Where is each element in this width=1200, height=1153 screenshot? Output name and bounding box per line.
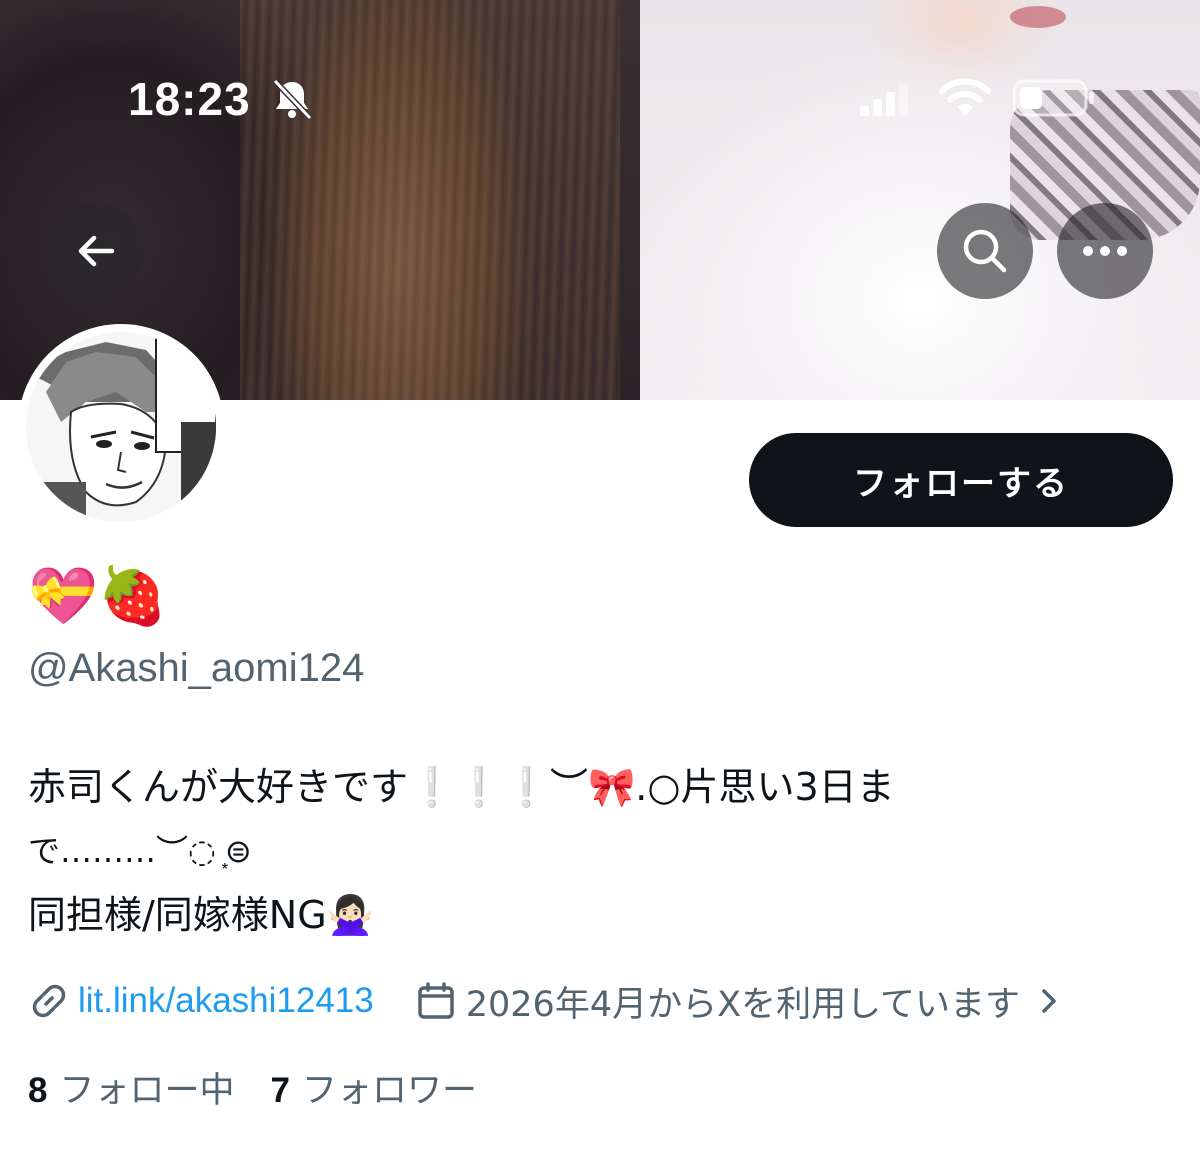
banner-hair-texture [240, 0, 620, 400]
profile-link[interactable]: lit.link/akashi12413 [78, 981, 374, 1021]
wifi-icon [939, 78, 991, 116]
link-icon [32, 984, 66, 1018]
more-options-button[interactable] [1057, 203, 1153, 299]
follow-button[interactable]: フォローする [749, 433, 1173, 527]
back-arrow-icon [78, 235, 115, 267]
status-time: 18:23 [128, 73, 251, 125]
followers-count[interactable]: 7 [270, 1071, 289, 1111]
battery-icon [1012, 79, 1094, 117]
more-icon [1083, 246, 1127, 256]
bell-muted-icon [272, 78, 313, 120]
follow-stats: 8 フォロー中 7 フォロワー [28, 1062, 513, 1112]
display-name: 💝🍓 [28, 564, 168, 629]
bio-line: で………︶◌ ͙⊜ [28, 832, 252, 870]
bio-line: 同担様/同嫁様NG🙅🏻‍♀️ [28, 893, 374, 937]
banner-lips [1010, 6, 1066, 28]
manga-character-avatar-illustration [26, 332, 216, 522]
profile-bio: 赤司くんが大好きです❕❕❕︶🎀.○片思い3日ま で………︶◌ ͙⊜ 同担様/同嫁… [28, 754, 1168, 948]
following-count[interactable]: 8 [28, 1071, 47, 1111]
followers-label[interactable]: フォロワー [302, 1062, 477, 1113]
user-handle: @Akashi_aomi124 [28, 646, 365, 690]
profile-avatar[interactable] [18, 324, 224, 530]
chevron-right-icon[interactable] [1036, 986, 1062, 1016]
search-button[interactable] [937, 203, 1033, 299]
bio-line: 赤司くんが大好きです❕❕❕︶🎀.○片思い3日ま [28, 765, 895, 809]
profile-banner-image[interactable] [0, 0, 1200, 400]
profile-screen: 18:23 フォローする 💝🍓 @Akashi_aomi124 赤司くんが大好き… [0, 0, 1200, 1153]
joined-date[interactable]: 2026年4月からXを利用しています [466, 976, 1020, 1027]
calendar-icon [418, 982, 454, 1019]
signal-icon [860, 84, 908, 116]
profile-meta-row: lit.link/akashi12413 2026年4月からXを利用しています [28, 976, 1178, 1026]
back-button[interactable] [48, 203, 144, 299]
search-icon [963, 229, 1007, 273]
avatar-image [26, 332, 216, 522]
following-label[interactable]: フォロー中 [59, 1062, 234, 1113]
